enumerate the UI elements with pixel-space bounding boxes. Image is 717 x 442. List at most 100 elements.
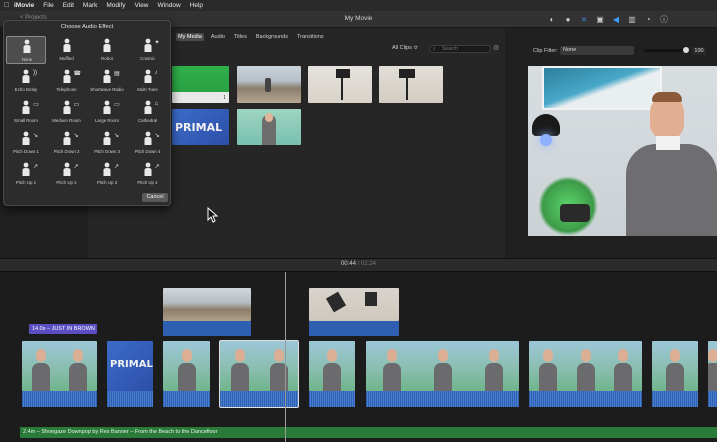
audio-effect-cosmic[interactable]: ✦ Cosmic [128, 36, 168, 64]
search-placeholder: Search [442, 46, 458, 52]
speed-icon[interactable]: ◔ [641, 14, 655, 25]
mouse-pointer-icon [207, 207, 219, 223]
cancel-button[interactable]: Cancel [142, 193, 168, 202]
audio-effect-none[interactable]: None [6, 36, 46, 64]
cutaway-clip[interactable] [309, 288, 399, 321]
menu-help[interactable]: Help [190, 2, 203, 9]
media-clip-thumbnail[interactable] [379, 66, 443, 103]
volume-value-field[interactable]: 100 [692, 47, 706, 55]
timeline-audio-waveform[interactable] [708, 391, 717, 407]
timeline-audio-waveform[interactable] [107, 391, 153, 407]
tab-titles[interactable]: Titles [232, 33, 249, 41]
audio-effect-pitch-up-4[interactable]: ↗ Pitch Up 4 [128, 160, 168, 188]
menu-modify[interactable]: Modify [106, 2, 125, 9]
clip-filter-select[interactable]: None [560, 46, 634, 55]
adjustment-toolbar: ◐ ● ⌗ ▣ ◀ ▥ ◔ ⓘ [545, 14, 673, 25]
menu-edit[interactable]: Edit [63, 2, 74, 9]
audio-effect-label: Muffled [59, 56, 74, 61]
media-clip-thumbnail[interactable]: PRIMAL [172, 109, 229, 145]
tab-audio[interactable]: Audio [209, 33, 227, 41]
timeline-video-clip[interactable]: PRIMAL [107, 341, 153, 391]
volume-slider-knob[interactable] [683, 47, 689, 53]
person-face [670, 349, 680, 362]
person-silhouette [31, 363, 50, 391]
media-clip-thumbnail[interactable] [237, 109, 301, 145]
media-clip-thumbnail[interactable] [308, 66, 372, 103]
audio-effect-pitch-down-4[interactable]: ↘ Pitch Down 4 [128, 129, 168, 157]
telephone-icon [63, 69, 70, 83]
timeline-video-clip[interactable] [366, 341, 519, 391]
timeline-audio-waveform[interactable] [366, 391, 519, 407]
timeline-audio-waveform[interactable] [652, 391, 698, 407]
pitch-down-icon [144, 131, 151, 145]
menu-file[interactable]: File [43, 2, 53, 9]
timeline-video-clip[interactable] [163, 341, 210, 391]
tab-my-media[interactable]: My Media [176, 33, 204, 41]
audio-effect-pitch-up-1[interactable]: ↗ Pitch Up 1 [6, 160, 46, 188]
clip-filter-dropdown[interactable]: All Clips ≎ [392, 45, 418, 51]
audio-effect-pitch-down-3[interactable]: ↘ Pitch Down 3 [87, 129, 127, 157]
background-music-clip[interactable]: 2.4m – Shoegaze Downpop by Rex Banner – … [20, 427, 717, 438]
timeline-video-clip[interactable] [22, 341, 97, 391]
pitch-up-icon [144, 162, 151, 176]
volume-icon[interactable]: ◀ [609, 14, 623, 25]
person-silhouette [484, 363, 503, 391]
menu-mark[interactable]: Mark [83, 2, 97, 9]
cutaway-audio-band[interactable] [309, 321, 399, 336]
gear-icon[interactable]: ⚙ [493, 44, 499, 52]
audio-effect-label: None [21, 57, 33, 62]
audio-effect-large-room[interactable]: ▭ Large Room [87, 98, 127, 126]
search-input[interactable]: ⌕ Search [429, 45, 491, 53]
audio-effect-pitch-up-2[interactable]: ↗ Pitch Up 2 [47, 160, 87, 188]
volume-slider[interactable] [644, 47, 689, 53]
audio-effect-telephone[interactable]: ☎ Telephone [47, 67, 87, 95]
pitch-down-icon-overlay: ↘ [154, 133, 160, 139]
timeline-audio-waveform[interactable] [529, 391, 642, 407]
menu-window[interactable]: Window [158, 2, 181, 9]
cutaway-clip[interactable] [163, 288, 251, 321]
audio-effect-cathedral[interactable]: ⌂ Cathedral [128, 98, 168, 126]
apple-menu-icon[interactable]:  [4, 2, 14, 9]
crop-icon[interactable]: ⌗ [577, 14, 591, 25]
audio-effect-pitch-down-1[interactable]: ↘ Pitch Down 1 [6, 129, 46, 157]
timeline-video-clip[interactable] [529, 341, 642, 391]
tab-backgrounds[interactable]: Backgrounds [254, 33, 290, 41]
media-clip-thumbnail[interactable] [237, 66, 301, 103]
audio-effect-pitch-down-2[interactable]: ↘ Pitch Down 2 [47, 129, 87, 157]
stabilization-icon[interactable]: ▣ [593, 14, 607, 25]
time-separator: / [357, 261, 360, 267]
muffled-person-icon [63, 38, 70, 52]
audio-effect-robot[interactable]: Robot [87, 36, 127, 64]
audio-effect-label: Pitch Up 2 [56, 180, 77, 185]
person-icon [23, 39, 31, 53]
noise-reduction-icon[interactable]: ▥ [625, 14, 639, 25]
color-balance-icon[interactable]: ◐ [545, 14, 559, 25]
menu-imovie[interactable]: iMovie [14, 2, 34, 9]
pitch-down-icon-overlay: ↘ [114, 133, 120, 139]
audio-effect-label: Large Room [94, 118, 120, 123]
audio-effect-shortwave-radio[interactable]: ▤ Shortwave Radio [87, 67, 127, 95]
audio-effect-pitch-up-3[interactable]: ↗ Pitch Up 3 [87, 160, 127, 188]
audio-effect-medium-room[interactable]: ▭ Medium Room [47, 98, 87, 126]
info-icon[interactable]: ⓘ [657, 14, 671, 25]
audio-effect-echo-delay[interactable]: )) Echo Delay [6, 67, 46, 95]
audio-effect-muffled[interactable]: Muffled [47, 36, 87, 64]
menu-view[interactable]: View [135, 2, 149, 9]
multi-tune-icon [144, 69, 151, 83]
color-correction-icon[interactable]: ● [561, 14, 575, 25]
timeline-audio-waveform[interactable] [309, 391, 355, 407]
timeline-video-clip[interactable] [652, 341, 698, 391]
audio-effect-label: Pitch Up 3 [96, 180, 118, 185]
media-clip-thumbnail[interactable]: 1 [172, 66, 229, 103]
cutaway-audio-band[interactable] [163, 321, 251, 336]
timeline-audio-waveform[interactable] [163, 391, 210, 407]
audio-effect-label: Pitch Down 4 [134, 149, 161, 154]
playhead[interactable] [285, 272, 286, 442]
audio-effect-small-room[interactable]: ▭ Small Room [6, 98, 46, 126]
timeline-video-clip[interactable] [309, 341, 355, 391]
tab-transitions[interactable]: Transitions [295, 33, 326, 41]
title-clip[interactable]: 14.0s – JUST IN BROWN [29, 324, 97, 334]
timeline-video-clip[interactable] [708, 341, 717, 391]
timeline-audio-waveform[interactable] [22, 391, 97, 407]
audio-effect-multi-tune[interactable]: ♪ Multi-Tune [128, 67, 168, 95]
